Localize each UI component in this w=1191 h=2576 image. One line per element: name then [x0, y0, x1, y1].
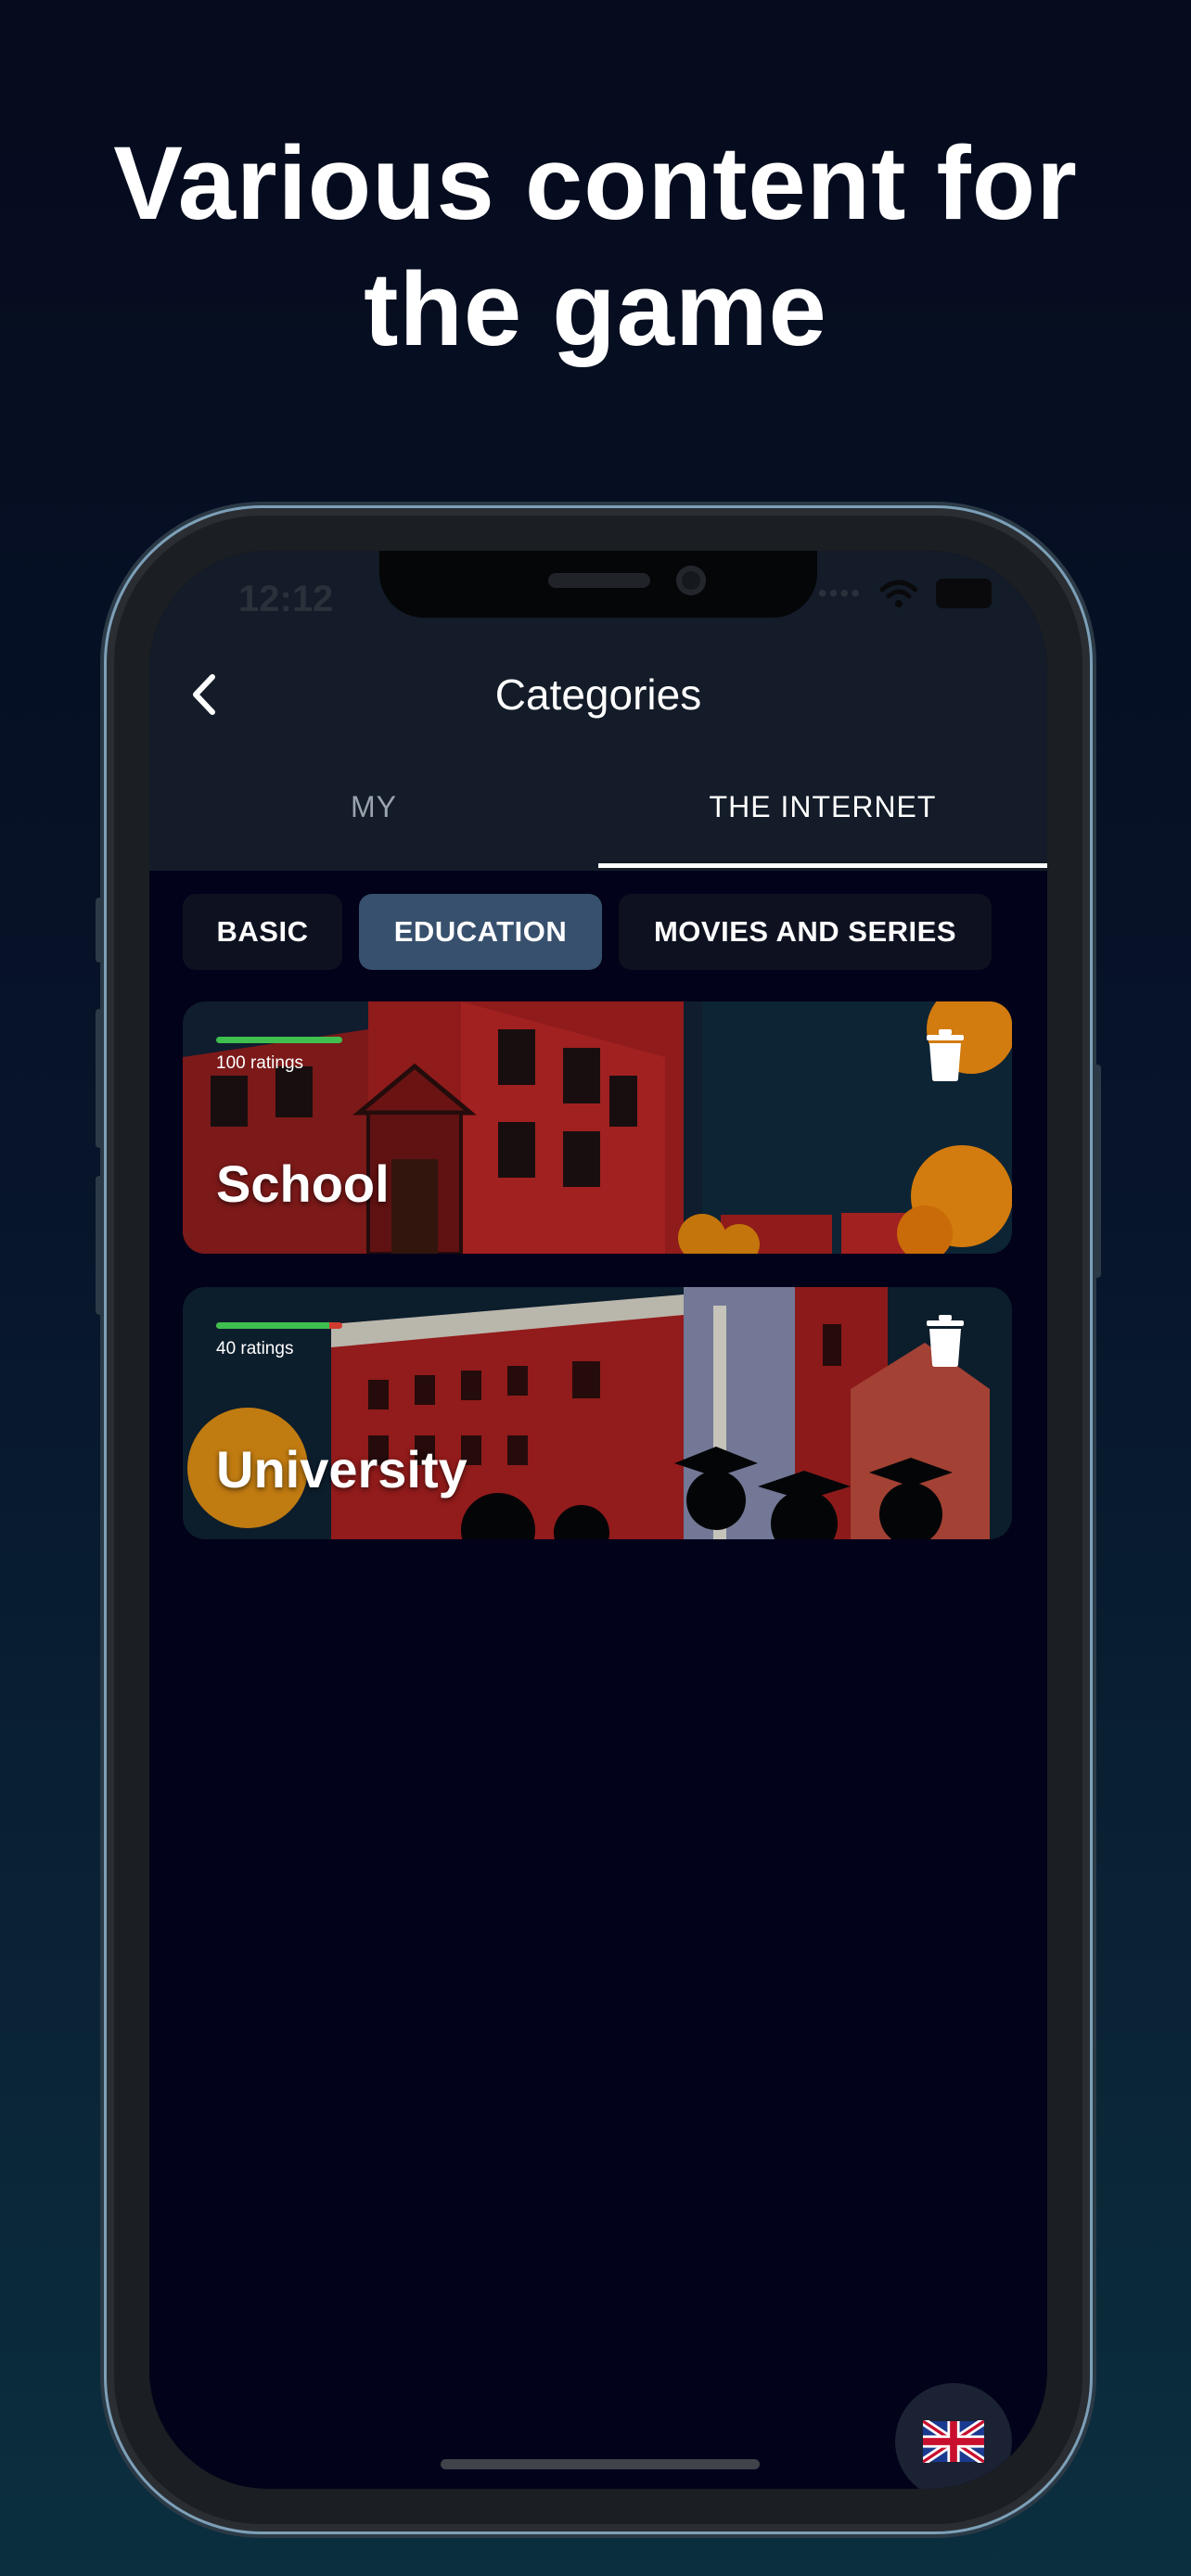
- mute-switch: [96, 898, 103, 963]
- speaker-grille: [548, 573, 650, 588]
- chip-basic[interactable]: BASIC: [183, 894, 342, 970]
- rating-bar-positive: [216, 1037, 342, 1043]
- language-button[interactable]: [895, 2383, 1012, 2489]
- trash-icon[interactable]: [925, 1315, 966, 1367]
- wifi-icon: [880, 580, 917, 607]
- rating-bar-positive: [216, 1322, 330, 1329]
- volume-down-button: [96, 1176, 103, 1315]
- trash-icon[interactable]: [925, 1029, 966, 1081]
- tab-my[interactable]: MY: [149, 753, 598, 868]
- uk-flag-icon: [923, 2420, 984, 2463]
- category-card-university[interactable]: 40 ratings University: [183, 1287, 1012, 1539]
- headline-line-1: Various content for: [113, 125, 1078, 241]
- home-indicator: [441, 2459, 760, 2469]
- front-camera: [676, 566, 706, 595]
- page-title: Categories: [494, 670, 702, 719]
- chip-education[interactable]: EDUCATION: [359, 894, 602, 970]
- active-tab-indicator: [598, 863, 1047, 868]
- chip-movies-and-series[interactable]: MOVIES AND SERIES: [619, 894, 992, 970]
- app-screen: 12:12 •••• Categories MY THE INTERNET BA…: [149, 551, 1047, 2489]
- power-button: [1094, 1065, 1101, 1278]
- phone-frame: 12:12 •••• Categories MY THE INTERNET BA…: [96, 505, 1101, 2534]
- headline: Various content for the game: [0, 121, 1191, 373]
- card-title: School: [216, 1154, 390, 1213]
- tab-the-internet[interactable]: THE INTERNET: [598, 753, 1047, 868]
- rating-bar: [216, 1037, 342, 1043]
- headline-line-2: the game: [364, 251, 827, 367]
- category-card-school[interactable]: 100 ratings School: [183, 1001, 1012, 1254]
- battery-icon: [936, 579, 992, 608]
- notch: [379, 551, 817, 618]
- navigation-bar: Categories: [149, 644, 1047, 747]
- signal-icon: ••••: [817, 579, 862, 607]
- ratings-count: 40 ratings: [216, 1339, 294, 1358]
- volume-up-button: [96, 1009, 103, 1148]
- ratings-count: 100 ratings: [216, 1053, 304, 1073]
- rating-bar: [216, 1322, 342, 1329]
- status-icons: ••••: [818, 575, 992, 612]
- card-title: University: [216, 1440, 467, 1498]
- status-time: 12:12: [238, 579, 334, 619]
- tab-bar: MY THE INTERNET: [149, 753, 1047, 868]
